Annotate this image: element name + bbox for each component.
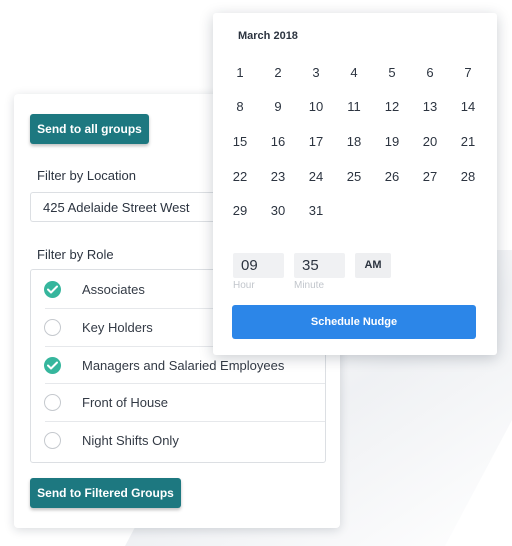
- empty-circle-icon[interactable]: [44, 431, 61, 449]
- calendar-day[interactable]: 14: [455, 97, 481, 117]
- role-option-label: Night Shifts Only: [82, 432, 179, 448]
- am-pm-toggle[interactable]: AM: [355, 253, 391, 278]
- calendar-day[interactable]: 31: [303, 201, 329, 221]
- calendar-day[interactable]: 26: [379, 167, 405, 187]
- send-to-filtered-groups-button[interactable]: Send to Filtered Groups: [30, 478, 181, 508]
- month-title: March 2018: [238, 30, 298, 42]
- calendar-day[interactable]: 24: [303, 167, 329, 187]
- calendar-day[interactable]: 8: [227, 97, 253, 117]
- calendar-day[interactable]: 3: [303, 63, 329, 83]
- calendar-day[interactable]: 28: [455, 167, 481, 187]
- calendar-day[interactable]: 5: [379, 63, 405, 83]
- calendar-day[interactable]: 9: [265, 97, 291, 117]
- empty-circle-icon[interactable]: [44, 318, 61, 336]
- calendar-day[interactable]: 15: [227, 132, 253, 152]
- calendar-day[interactable]: 11: [341, 97, 367, 117]
- calendar-day[interactable]: 21: [455, 132, 481, 152]
- calendar-day[interactable]: 17: [303, 132, 329, 152]
- stage: Send to all groups Filter by Location Fi…: [0, 0, 512, 546]
- minute-caption: Minute: [294, 280, 325, 291]
- calendar-day[interactable]: 23: [265, 167, 291, 187]
- filter-by-role-label: Filter by Role: [37, 247, 114, 262]
- calendar-day[interactable]: 13: [417, 97, 443, 117]
- calendar-day[interactable]: 29: [227, 201, 253, 221]
- calendar-day[interactable]: 19: [379, 132, 405, 152]
- calendar-day[interactable]: 25: [341, 167, 367, 187]
- location-input[interactable]: [30, 192, 242, 222]
- calendar-day[interactable]: 1: [227, 63, 253, 83]
- role-option-label: Managers and Salaried Employees: [82, 357, 285, 373]
- check-circle-icon[interactable]: [44, 280, 61, 298]
- filter-by-location-label: Filter by Location: [37, 168, 136, 183]
- role-option[interactable]: Night Shifts Only: [31, 421, 325, 459]
- calendar-day[interactable]: 4: [341, 63, 367, 83]
- role-option-label: Associates: [82, 281, 145, 297]
- hour-input[interactable]: 09: [233, 253, 284, 278]
- calendar-day[interactable]: 22: [227, 167, 253, 187]
- calendar-day[interactable]: 18: [341, 132, 367, 152]
- hour-caption: Hour: [233, 280, 255, 291]
- role-option-label: Key Holders: [82, 319, 153, 335]
- date-picker-panel: March 2018 1 2 3 4 5 6 7 8 9 10 11 12 13 14 15 16 17 18 19…: [213, 13, 497, 355]
- calendar-day[interactable]: 30: [265, 201, 291, 221]
- calendar-day[interactable]: 10: [303, 97, 329, 117]
- empty-circle-icon[interactable]: [44, 393, 61, 411]
- check-circle-icon[interactable]: [44, 356, 61, 374]
- calendar-day[interactable]: 16: [265, 132, 291, 152]
- send-to-all-groups-button[interactable]: Send to all groups: [30, 114, 149, 144]
- calendar-day[interactable]: 7: [455, 63, 481, 83]
- schedule-nudge-button[interactable]: Schedule Nudge: [232, 305, 476, 339]
- minute-input[interactable]: 35: [294, 253, 345, 278]
- calendar-day[interactable]: 27: [417, 167, 443, 187]
- row-divider: [45, 421, 325, 422]
- role-option[interactable]: Front of House: [31, 383, 325, 421]
- calendar-day[interactable]: 12: [379, 97, 405, 117]
- calendar-day[interactable]: 6: [417, 63, 443, 83]
- role-option-label: Front of House: [82, 394, 168, 410]
- calendar-day[interactable]: 2: [265, 63, 291, 83]
- calendar-day[interactable]: 20: [417, 132, 443, 152]
- row-divider: [45, 383, 325, 384]
